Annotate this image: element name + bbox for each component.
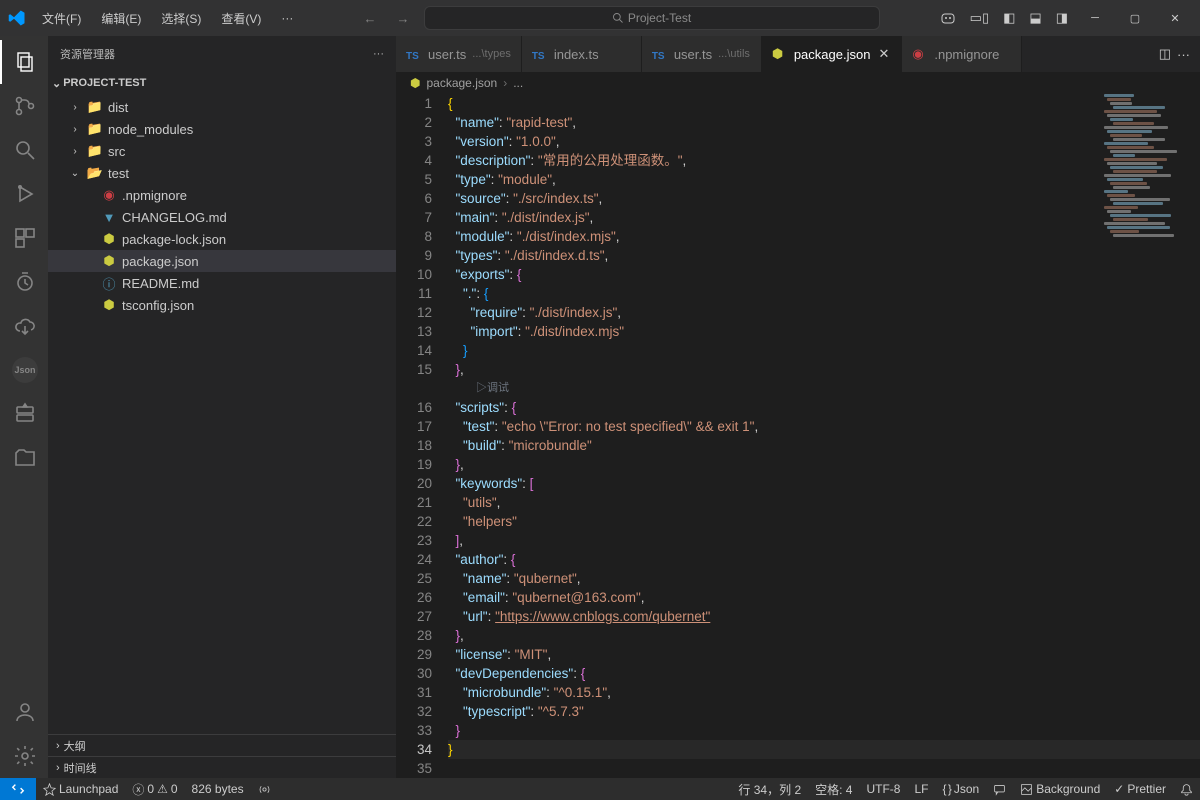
sidebar-project-header[interactable]: ⌄ PROJECT-TEST bbox=[48, 72, 396, 94]
activity-bar: Json bbox=[0, 36, 48, 778]
status-lncol[interactable]: 行 34，列 2 bbox=[731, 778, 808, 800]
status-encoding[interactable]: UTF-8 bbox=[859, 778, 907, 800]
editor-tab[interactable]: TSuser.ts...\utils bbox=[642, 36, 762, 72]
editor-tab[interactable]: TSuser.ts...\types bbox=[396, 36, 522, 72]
menu-file[interactable]: 文件(F) bbox=[34, 6, 89, 31]
tab-more-icon[interactable]: ··· bbox=[1177, 47, 1190, 62]
sidebar-timeline[interactable]: ›时间线 bbox=[48, 756, 396, 778]
activity-account-icon[interactable] bbox=[0, 690, 48, 734]
activity-search-icon[interactable] bbox=[0, 128, 48, 172]
file-tree: ›📁dist›📁node_modules›📁src⌄📂test◉.npmigno… bbox=[48, 94, 396, 734]
status-feedback-icon[interactable] bbox=[986, 778, 1013, 800]
menu-view[interactable]: 查看(V) bbox=[213, 6, 269, 31]
editor-tab[interactable]: ◉.npmignore bbox=[902, 36, 1022, 72]
search-icon bbox=[612, 12, 624, 24]
tree-item[interactable]: ›📁dist bbox=[48, 96, 396, 118]
status-background[interactable]: Background bbox=[1013, 778, 1107, 800]
nav-back-icon[interactable]: ← bbox=[358, 9, 383, 28]
status-launchpad[interactable]: Launchpad bbox=[36, 778, 125, 800]
tree-item[interactable]: ⬢tsconfig.json bbox=[48, 294, 396, 316]
editor-tab[interactable]: ⬢package.json✕ bbox=[762, 36, 903, 72]
activity-server-icon[interactable] bbox=[0, 392, 48, 436]
tree-item[interactable]: ◉.npmignore bbox=[48, 184, 396, 206]
split-editor-icon[interactable]: ◫ bbox=[1159, 46, 1171, 62]
code-content[interactable]: { "name": "rapid-test", "version": "1.0.… bbox=[448, 94, 1200, 778]
status-lang[interactable]: { }Json bbox=[935, 778, 986, 800]
activity-timer-icon[interactable] bbox=[0, 260, 48, 304]
tree-item[interactable]: ›📁node_modules bbox=[48, 118, 396, 140]
minimize-button[interactable]: ─ bbox=[1078, 5, 1112, 31]
layout-panel-right-icon[interactable]: ◨ bbox=[1052, 8, 1072, 28]
tree-item[interactable]: ⬢package.json bbox=[48, 250, 396, 272]
status-problems[interactable]: ⓧ0⚠0 bbox=[125, 778, 184, 800]
status-bell-icon[interactable] bbox=[1173, 778, 1200, 800]
layout-panel-left-icon[interactable]: ◧ bbox=[999, 8, 1019, 28]
close-button[interactable]: ✕ bbox=[1158, 5, 1192, 31]
line-numbers: 1234567891011121314151617181920212223242… bbox=[396, 94, 448, 778]
tree-item[interactable]: ⌄📂test bbox=[48, 162, 396, 184]
menu-edit[interactable]: 编辑(E) bbox=[93, 6, 149, 31]
activity-project-icon[interactable] bbox=[0, 436, 48, 480]
layout-customize-icon[interactable]: ▭▯ bbox=[966, 8, 993, 28]
activity-extensions-icon[interactable] bbox=[0, 216, 48, 260]
vscode-logo-icon bbox=[8, 9, 26, 27]
sidebar-explorer: 资源管理器 ··· ⌄ PROJECT-TEST ›📁dist›📁node_mo… bbox=[48, 36, 396, 778]
activity-git-icon[interactable] bbox=[0, 84, 48, 128]
debug-codelens[interactable]: ▷调试 bbox=[448, 379, 1200, 398]
search-text: Project-Test bbox=[628, 11, 691, 25]
editor-tab[interactable]: TSindex.ts bbox=[522, 36, 642, 72]
tree-item[interactable]: ▼CHANGELOG.md bbox=[48, 206, 396, 228]
title-bar: 文件(F) 编辑(E) 选择(S) 查看(V) ··· ← → Project-… bbox=[0, 0, 1200, 36]
status-bar: Launchpad ⓧ0⚠0 826 bytes 行 34，列 2 空格: 4 … bbox=[0, 778, 1200, 800]
nav-fwd-icon[interactable]: → bbox=[391, 9, 416, 28]
code-editor[interactable]: 1234567891011121314151617181920212223242… bbox=[396, 94, 1200, 778]
remote-button[interactable] bbox=[0, 778, 36, 800]
activity-json-icon[interactable]: Json bbox=[0, 348, 48, 392]
editor-area: TSuser.ts...\typesTSindex.tsTSuser.ts...… bbox=[396, 36, 1200, 778]
sidebar-outline[interactable]: ›大纲 bbox=[48, 734, 396, 756]
status-live-icon[interactable] bbox=[251, 778, 278, 800]
editor-tabs: TSuser.ts...\typesTSindex.tsTSuser.ts...… bbox=[396, 36, 1200, 72]
activity-settings-icon[interactable] bbox=[0, 734, 48, 778]
tree-item[interactable]: ⬢package-lock.json bbox=[48, 228, 396, 250]
menu-select[interactable]: 选择(S) bbox=[153, 6, 209, 31]
json-file-icon: ⬢ bbox=[410, 76, 420, 90]
activity-explorer-icon[interactable] bbox=[0, 40, 48, 84]
sidebar-more-icon[interactable]: ··· bbox=[373, 48, 384, 60]
tree-item[interactable]: ›📁src bbox=[48, 140, 396, 162]
sidebar-title: 资源管理器 ··· bbox=[48, 36, 396, 72]
tab-close-icon[interactable]: ✕ bbox=[876, 46, 891, 62]
activity-debug-icon[interactable] bbox=[0, 172, 48, 216]
breadcrumb[interactable]: ⬢ package.json › ... bbox=[396, 72, 1200, 94]
tree-item[interactable]: ⓘREADME.md bbox=[48, 272, 396, 294]
status-prettier[interactable]: ✓Prettier bbox=[1107, 778, 1173, 800]
status-spaces[interactable]: 空格: 4 bbox=[808, 778, 859, 800]
status-filesize[interactable]: 826 bytes bbox=[185, 778, 251, 800]
activity-cloud-icon[interactable] bbox=[0, 304, 48, 348]
status-eol[interactable]: LF bbox=[907, 778, 935, 800]
menu-more[interactable]: ··· bbox=[273, 7, 301, 29]
command-center-search[interactable]: Project-Test bbox=[424, 6, 880, 30]
copilot-icon[interactable] bbox=[936, 8, 960, 28]
layout-panel-bottom-icon[interactable]: ⬓ bbox=[1025, 8, 1045, 28]
maximize-button[interactable]: ▢ bbox=[1118, 5, 1152, 31]
